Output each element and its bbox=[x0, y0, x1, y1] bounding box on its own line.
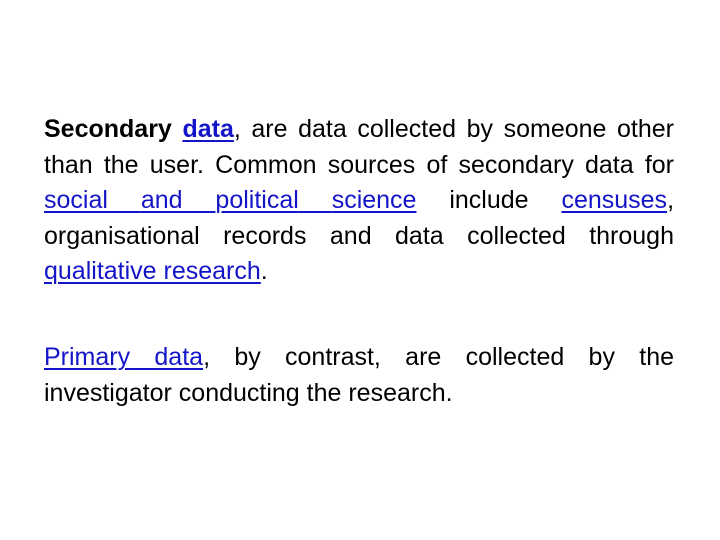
link-social[interactable]: social bbox=[44, 186, 108, 214]
link-political[interactable]: political bbox=[215, 186, 298, 214]
link-social-spacer[interactable] bbox=[108, 186, 141, 214]
link-and[interactable]: and bbox=[141, 186, 183, 214]
link-and-spacer[interactable] bbox=[183, 186, 216, 214]
link-political-spacer[interactable] bbox=[299, 186, 332, 214]
link-data[interactable]: data bbox=[182, 115, 233, 143]
link-science[interactable]: science bbox=[332, 186, 417, 214]
paragraph-text: . bbox=[260, 257, 268, 285]
paragraph-text: include bbox=[416, 186, 562, 214]
link-data-primary[interactable]: data bbox=[154, 343, 203, 371]
link-primary-spacer[interactable] bbox=[130, 343, 154, 371]
primary-data-paragraph: Primary data, by contrast, are collected… bbox=[44, 340, 674, 411]
term-secondary: Secondary bbox=[44, 115, 172, 143]
link-primary[interactable]: Primary bbox=[44, 343, 130, 371]
link-censuses[interactable]: censuses bbox=[561, 186, 667, 214]
secondary-data-paragraph: Secondary data, are data collected by so… bbox=[44, 112, 674, 290]
link-qualitative-research[interactable]: qualitative research bbox=[44, 257, 261, 285]
